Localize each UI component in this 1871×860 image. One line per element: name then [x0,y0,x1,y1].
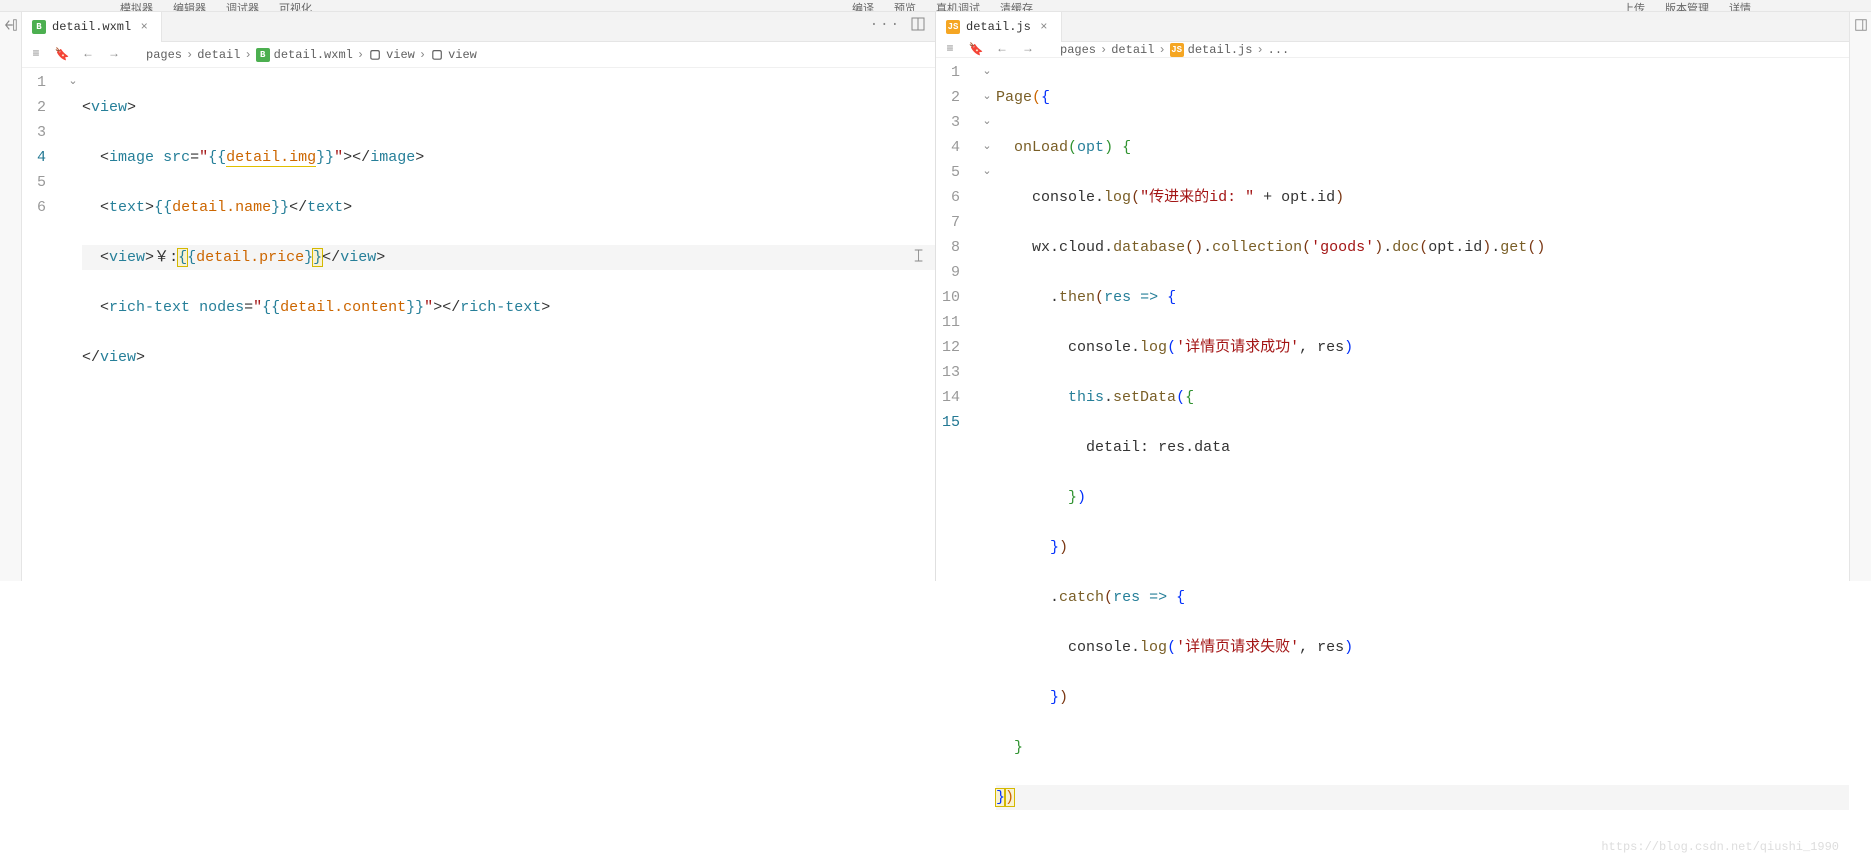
collapse-panel-icon[interactable] [1854,18,1868,37]
code-editor-left[interactable]: 1 2 3 4 5 6 ⌄ <view> <image src="{{detai… [22,68,935,581]
collapse-sidebar-icon[interactable] [4,18,18,37]
menu-item[interactable]: 真机调试 [936,0,980,11]
wxml-file-icon: B [256,48,270,62]
breadcrumb-item[interactable]: ... [1268,43,1290,57]
breadcrumb-item[interactable]: pages [146,48,182,62]
text-cursor-icon: 𝙸 [912,245,925,270]
more-icon[interactable]: ··· [870,17,901,36]
watermark: https://blog.csdn.net/qiushi_1990 [1601,840,1839,854]
chevron-right-icon: › [1158,43,1165,57]
tab-actions: ··· [870,17,935,36]
tab-bar: B detail.wxml × ··· [22,12,935,42]
right-gutter [1849,12,1871,581]
list-icon[interactable]: ≡ [28,47,44,62]
js-file-icon: JS [946,20,960,34]
element-icon: ▢ [430,48,444,62]
fold-icon[interactable]: ⌄ [978,85,996,110]
close-icon[interactable]: × [1037,20,1051,34]
bookmark-icon[interactable]: 🔖 [54,47,70,62]
chevron-right-icon: › [1100,43,1107,57]
chevron-right-icon: › [244,48,251,62]
forward-icon[interactable]: → [1020,42,1036,57]
bookmark-icon[interactable]: 🔖 [968,42,984,57]
tab-filename: detail.wxml [52,20,131,34]
menu-item[interactable]: 编辑器 [173,0,206,11]
breadcrumb-item[interactable]: detail [1111,43,1154,57]
tab-filename: detail.js [966,20,1031,34]
fold-icon[interactable]: ⌄ [978,110,996,135]
tab-bar: JS detail.js × [936,12,1849,42]
breadcrumb-item[interactable]: ▢view [368,48,415,62]
breadcrumb-item[interactable]: pages [1060,43,1096,57]
menu-item[interactable]: 调试器 [226,0,259,11]
menu-item[interactable]: 版本管理 [1665,0,1709,11]
menu-item[interactable]: 模拟器 [120,0,153,11]
close-icon[interactable]: × [137,20,151,34]
breadcrumb-item[interactable]: ▢view [430,48,477,62]
forward-icon[interactable]: → [106,47,122,62]
tab-detail-js[interactable]: JS detail.js × [936,12,1062,42]
breadcrumb-item[interactable]: JSdetail.js [1170,43,1253,57]
menu-item[interactable]: 清缓存 [1000,0,1033,11]
right-editor-pane: JS detail.js × ≡ 🔖 ← → pages › detail › … [936,12,1849,581]
breadcrumb-item[interactable]: detail [197,48,240,62]
breadcrumb-item[interactable]: Bdetail.wxml [256,48,353,62]
fold-icon[interactable]: ⌄ [978,135,996,160]
code-editor-right[interactable]: 1234 5678 9101112 131415 ⌄ ⌄ ⌄ ⌄ ⌄ Page(… [936,58,1849,860]
chevron-right-icon: › [357,48,364,62]
chevron-right-icon: › [186,48,193,62]
breadcrumb-bar: ≡ 🔖 ← → pages › detail › Bdetail.wxml › … [22,42,935,68]
list-icon[interactable]: ≡ [942,42,958,57]
code-content[interactable]: <view> <image src="{{detail.img}}"></ima… [82,68,935,581]
menu-item[interactable]: 可视化 [279,0,312,11]
menu-item[interactable]: 上传 [1623,0,1645,11]
line-numbers: 1234 5678 9101112 131415 [936,58,978,860]
back-icon[interactable]: ← [80,47,96,62]
chevron-right-icon: › [1256,43,1263,57]
back-icon[interactable]: ← [994,42,1010,57]
left-editor-pane: B detail.wxml × ··· ≡ 🔖 ← → pages › deta… [22,12,935,581]
menu-item[interactable]: 详情 [1729,0,1751,11]
menu-item[interactable]: 编译 [852,0,874,11]
left-gutter [0,12,22,581]
fold-icon[interactable]: ⌄ [978,60,996,85]
split-editor-icon[interactable] [911,17,925,36]
split-container: B detail.wxml × ··· ≡ 🔖 ← → pages › deta… [0,12,1871,581]
fold-column: ⌄ ⌄ ⌄ ⌄ ⌄ [978,58,996,860]
wxml-file-icon: B [32,20,46,34]
js-file-icon: JS [1170,43,1184,57]
fold-icon[interactable]: ⌄ [64,70,82,95]
tab-detail-wxml[interactable]: B detail.wxml × [22,12,162,42]
top-menu: 模拟器 编辑器 调试器 可视化 编译 预览 真机调试 清缓存 上传 版本管理 详… [0,0,1871,12]
line-numbers: 1 2 3 4 5 6 [22,68,64,581]
breadcrumb-bar: ≡ 🔖 ← → pages › detail › JSdetail.js › .… [936,42,1849,58]
fold-icon[interactable]: ⌄ [978,160,996,185]
code-content[interactable]: Page({ onLoad(opt) { console.log("传进来的id… [996,58,1849,860]
chevron-right-icon: › [419,48,426,62]
element-icon: ▢ [368,48,382,62]
menu-item[interactable]: 预览 [894,0,916,11]
fold-column: ⌄ [64,68,82,581]
